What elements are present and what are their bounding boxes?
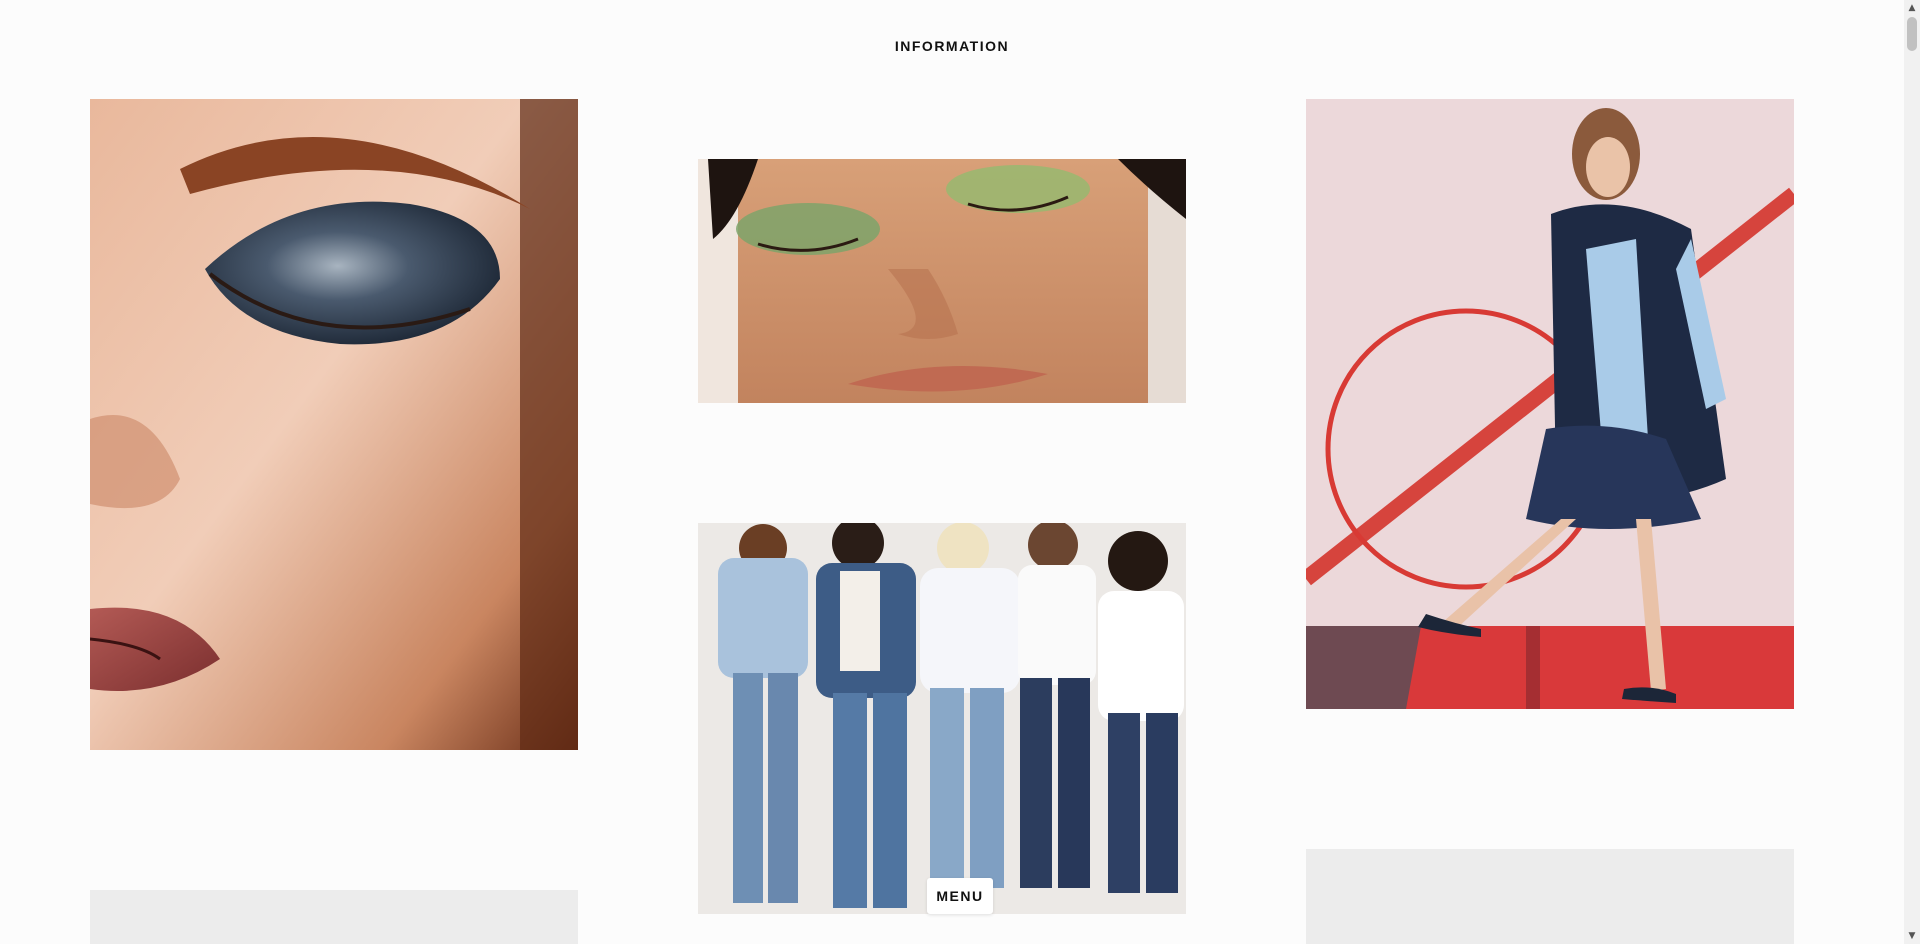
- gallery-image-fashion-model-hoop[interactable]: [1306, 99, 1794, 709]
- women-in-denim-photo: [698, 523, 1186, 914]
- chevron-up-icon[interactable]: ▲: [1904, 0, 1920, 16]
- scrollbar-thumb[interactable]: [1907, 17, 1917, 51]
- glitter-eyeshadow-photo: [90, 99, 578, 750]
- fashion-model-photo: [1306, 99, 1794, 709]
- vertical-scrollbar[interactable]: ▲ ▼: [1904, 0, 1920, 944]
- gallery-image-green-eyeshadow[interactable]: [698, 159, 1186, 403]
- information-link[interactable]: INFORMATION: [0, 38, 1904, 54]
- gallery-image-placeholder-right: [1306, 849, 1794, 944]
- green-eyeshadow-photo: [698, 159, 1186, 403]
- gallery-image-glitter-eyeshadow[interactable]: [90, 99, 578, 750]
- page: INFORMATION MENU ▲ ▼: [0, 0, 1920, 944]
- gallery-image-placeholder-left: [90, 890, 578, 944]
- gallery-image-women-in-denim[interactable]: [698, 523, 1186, 914]
- chevron-down-icon[interactable]: ▼: [1904, 928, 1920, 944]
- menu-button[interactable]: MENU: [927, 878, 993, 914]
